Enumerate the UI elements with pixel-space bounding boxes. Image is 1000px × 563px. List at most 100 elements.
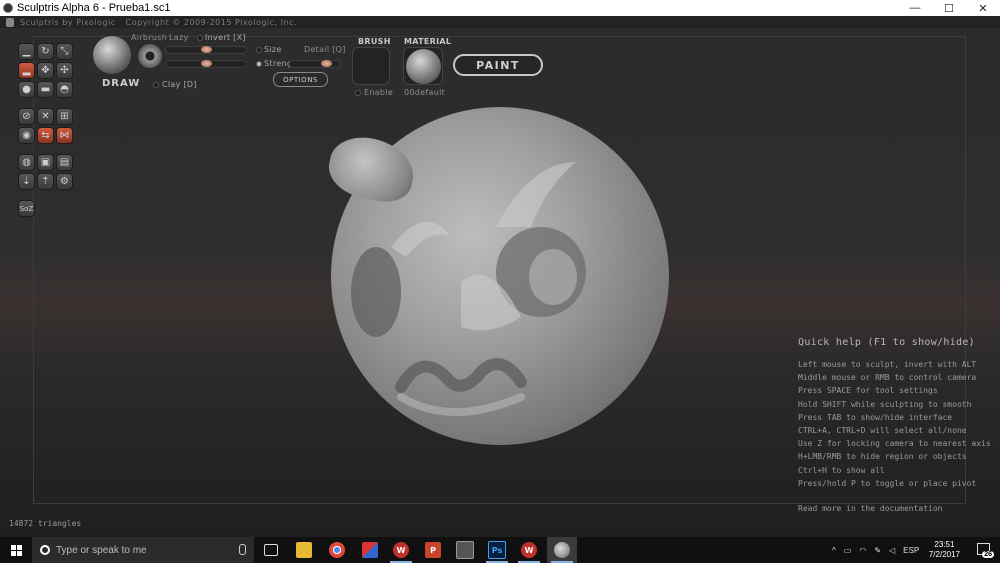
quick-help-line: Middle mouse or RMB to control camera xyxy=(798,373,977,383)
detail-slider[interactable] xyxy=(289,60,341,68)
tool-save-icon[interactable]: ▣ xyxy=(37,154,54,171)
tool-draw-icon[interactable]: ▂ xyxy=(18,62,35,79)
tool-symmetry-icon[interactable]: ⇆ xyxy=(37,127,54,144)
brush-enable-toggle[interactable] xyxy=(355,90,361,96)
quick-help-line: Use Z for locking camera to nearest axis xyxy=(798,439,991,449)
app-4-icon xyxy=(362,542,378,558)
file-explorer-icon xyxy=(296,542,312,558)
draw-label: DRAW xyxy=(102,78,141,89)
volume-icon[interactable]: ◁ xyxy=(889,546,895,555)
quick-help-line: Press TAB to show/hide interface xyxy=(798,412,953,422)
tool-settings-icon[interactable]: ⚙ xyxy=(56,173,73,190)
tray-expand-icon[interactable]: ^ xyxy=(832,546,836,555)
quick-help-title: Quick help (F1 to show/hide) xyxy=(798,337,975,348)
taskbar-app-9[interactable]: W xyxy=(514,537,544,563)
tool-rotate-icon[interactable]: ↻ xyxy=(37,43,54,60)
invert-toggle[interactable] xyxy=(197,35,203,41)
strength-slider-knob[interactable] xyxy=(201,60,212,67)
strength-radio[interactable] xyxy=(256,61,262,67)
quick-help-line: H+LMB/RMB to hide region or objects xyxy=(798,452,967,462)
detail-slider-knob[interactable] xyxy=(321,60,332,67)
clock-date: 7/2/2017 xyxy=(928,550,960,559)
search-placeholder: Type or speak to me xyxy=(56,544,147,556)
system-tray: ^ ▭ ◠ ✎ ◁ ESP xyxy=(832,537,919,563)
tool-flatten-icon[interactable]: ▬ xyxy=(37,81,54,98)
taskbar-powerpoint[interactable]: P xyxy=(418,537,448,563)
tool-new-sphere-icon[interactable]: ◍ xyxy=(18,154,35,171)
airbrush-label[interactable]: Airbrush xyxy=(131,33,167,42)
tool-wireframe-icon[interactable]: ⋈ xyxy=(56,127,73,144)
window-controls: — ☐ ✕ xyxy=(898,0,1000,16)
taskbar-clock[interactable]: 23:51 7/2/2017 xyxy=(929,540,960,560)
pen-icon[interactable]: ✎ xyxy=(874,546,881,555)
windows-taskbar: Type or speak to me W P Ps W ^ ▭ ◠ ✎ ◁ E… xyxy=(0,537,1000,563)
clock-time: 23:51 xyxy=(934,540,955,549)
taskbar-app-7[interactable] xyxy=(450,537,480,563)
tool-inflate-icon[interactable]: ● xyxy=(18,81,35,98)
tool-pinch-icon[interactable]: ✣ xyxy=(56,62,73,79)
taskbar-app-5[interactable]: W xyxy=(386,537,416,563)
task-view-button[interactable] xyxy=(256,537,286,563)
close-button[interactable]: ✕ xyxy=(966,0,1000,16)
taskbar-file-explorer[interactable] xyxy=(289,537,319,563)
sculptris-app-icon xyxy=(3,3,13,13)
app-7-icon xyxy=(456,541,474,559)
tool-import-icon[interactable]: ⇣ xyxy=(18,173,35,190)
clay-toggle[interactable] xyxy=(153,82,159,88)
cortana-search-box[interactable]: Type or speak to me xyxy=(32,537,254,563)
taskbar-chrome[interactable] xyxy=(322,537,352,563)
size-radio[interactable] xyxy=(256,47,262,53)
window-title: Sculptris Alpha 6 - Prueba1.sc1 xyxy=(17,2,171,14)
language-indicator[interactable]: ESP xyxy=(903,546,919,555)
minimize-button[interactable]: — xyxy=(898,0,932,16)
tool-subdivide-icon[interactable]: ⊞ xyxy=(56,108,73,125)
documentation-link[interactable]: Read more in the documentation xyxy=(798,504,943,513)
start-button[interactable] xyxy=(0,537,32,563)
tool-crease-icon[interactable]: ▁ xyxy=(18,43,35,60)
tool-reduce-brush-icon[interactable]: ⊘ xyxy=(18,108,35,125)
material-name: 00default xyxy=(404,88,446,97)
tool-symmetry-axis-button[interactable]: SoZ xyxy=(18,200,35,217)
material-slot[interactable] xyxy=(403,47,443,85)
tool-grab-icon[interactable]: ✥ xyxy=(37,62,54,79)
powerpoint-icon: P xyxy=(425,542,441,558)
sculptris-icon xyxy=(554,542,570,558)
quick-help-line: CTRL+A, CTRL+D will select all/none xyxy=(798,425,967,435)
maximize-button[interactable]: ☐ xyxy=(932,0,966,16)
app-9-icon: W xyxy=(521,542,537,558)
taskbar-sculptris[interactable] xyxy=(547,537,577,563)
draw-brush-preview[interactable] xyxy=(93,36,131,74)
battery-icon[interactable]: ▭ xyxy=(844,546,852,555)
tool-scale-icon[interactable]: ⤡ xyxy=(56,43,73,60)
sculpt-viewport[interactable]: Sculptris by Pixologic Copyright © 2009-… xyxy=(0,16,1000,537)
wifi-icon[interactable]: ◠ xyxy=(859,546,866,555)
quick-help-line: Press/hold P to toggle or place pivot xyxy=(798,478,977,488)
copyright-text: Copyright © 2009-2015 Pixologic, Inc. xyxy=(125,17,297,27)
paint-button[interactable]: PAINT xyxy=(453,54,543,76)
lazy-label[interactable]: Lazy xyxy=(169,33,189,42)
photoshop-icon: Ps xyxy=(488,541,506,559)
pixologic-logo-icon xyxy=(6,17,14,27)
tool-open-icon[interactable]: ▤ xyxy=(56,154,73,171)
brush-enable-label: Enable xyxy=(364,88,394,97)
tool-mask-icon[interactable]: ◉ xyxy=(18,127,35,144)
cortana-icon xyxy=(40,545,50,555)
detail-label: Detail [Q] xyxy=(304,45,346,54)
tool-smooth-icon[interactable]: ◓ xyxy=(56,81,73,98)
app-name: Sculptris by Pixologic xyxy=(20,17,116,27)
options-button[interactable]: OPTIONS xyxy=(273,72,328,87)
quick-help-line: Press SPACE for tool settings xyxy=(798,386,938,396)
app-header-strip: Sculptris by Pixologic Copyright © 2009-… xyxy=(0,16,1000,28)
size-label: Size xyxy=(264,45,282,54)
brush-falloff-preview[interactable] xyxy=(138,44,162,68)
taskbar-photoshop[interactable]: Ps xyxy=(482,537,512,563)
brush-texture-slot[interactable] xyxy=(352,47,390,85)
microphone-icon[interactable] xyxy=(239,544,246,555)
quick-help-line: Ctrl+H to show all xyxy=(798,465,885,475)
taskbar-app-4[interactable] xyxy=(355,537,385,563)
tool-export-icon[interactable]: ⇡ xyxy=(37,173,54,190)
material-title: MATERIAL xyxy=(404,37,452,46)
tool-reduce-selected-icon[interactable]: ✕ xyxy=(37,108,54,125)
size-slider-knob[interactable] xyxy=(201,46,212,53)
app-5-icon: W xyxy=(393,542,409,558)
